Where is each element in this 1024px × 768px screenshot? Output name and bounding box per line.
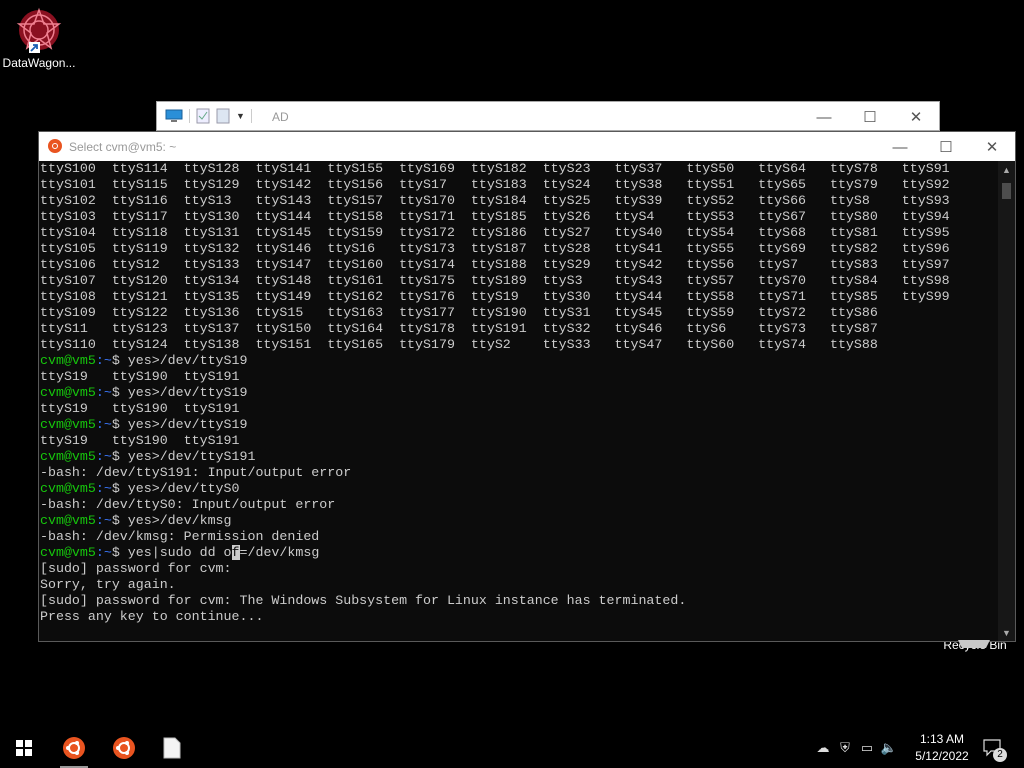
prompt-user: cvm@vm5 (40, 481, 96, 496)
window-title: Select cvm@vm5: ~ (69, 140, 177, 154)
terminal-output-line: ttyS11 ttyS123 ttyS137 ttyS150 ttyS164 t… (40, 321, 878, 336)
terminal-output-line: ttyS19 ttyS190 ttyS191 (40, 401, 240, 416)
terminal-window[interactable]: Select cvm@vm5: ~ — ☐ ✕ ttyS100 ttyS114 … (38, 131, 1016, 642)
taskbar: ☁ ⛨ ▭ 🔈 1:13 AM 5/12/2022 2 (0, 728, 1024, 768)
terminal-output-line: ttyS107 ttyS120 ttyS134 ttyS148 ttyS161 … (40, 273, 950, 288)
new-folder-icon[interactable] (216, 108, 230, 124)
scroll-up-arrow-icon[interactable]: ▲ (998, 161, 1015, 178)
terminal-command-line: cvm@vm5:~$ yes|sudo dd of=/dev/kmsg (40, 545, 1000, 561)
notification-count-badge: 2 (993, 748, 1007, 762)
recycle-bin-icon (958, 640, 990, 648)
terminal-command-line: cvm@vm5:~$ yes>/dev/ttyS19 (40, 353, 1000, 369)
command-text: $ yes>/dev/ttyS19 (111, 385, 248, 400)
volume-icon[interactable]: 🔈 (878, 740, 900, 756)
ubuntu-icon (48, 139, 62, 153)
terminal-command-line: cvm@vm5:~$ yes>/dev/ttyS191 (40, 449, 1000, 465)
chevron-down-icon[interactable]: ▼ (236, 111, 245, 121)
terminal-output-line: ttyS110 ttyS124 ttyS138 ttyS151 ttyS165 … (40, 337, 878, 352)
background-window[interactable]: ▼ AD — ☐ ✕ (156, 101, 940, 131)
maximize-button[interactable]: ☐ (847, 102, 893, 132)
prompt-user: cvm@vm5 (40, 353, 96, 368)
terminal-output-line: ttyS103 ttyS117 ttyS130 ttyS144 ttyS158 … (40, 209, 950, 224)
window-controls: — ☐ ✕ (877, 132, 1015, 162)
terminal-command-line: cvm@vm5:~$ yes>/dev/ttyS19 (40, 385, 1000, 401)
clock-date: 5/12/2022 (915, 749, 969, 763)
prompt-path: :~ (95, 417, 112, 432)
ubuntu-icon (113, 737, 135, 759)
command-text: $ yes>/dev/kmsg (111, 513, 232, 528)
prompt-path: :~ (95, 513, 112, 528)
prompt-path: :~ (95, 353, 112, 368)
terminal-output-line: ttyS104 ttyS118 ttyS131 ttyS145 ttyS159 … (40, 225, 950, 240)
terminal-output-line: ttyS100 ttyS114 ttyS128 ttyS141 ttyS155 … (40, 161, 950, 176)
desktop-icon-label: DataWagon... (2, 56, 76, 70)
system-tray: ☁ ⛨ ▭ 🔈 (812, 728, 900, 768)
maximize-button[interactable]: ☐ (923, 132, 969, 162)
prompt-user: cvm@vm5 (40, 385, 96, 400)
terminal-output-line: ttyS106 ttyS12 ttyS133 ttyS147 ttyS160 t… (40, 257, 950, 272)
window-title: AD (272, 110, 289, 124)
prompt-user: cvm@vm5 (40, 513, 96, 528)
taskbar-ubuntu-2[interactable] (102, 728, 146, 768)
taskbar-ubuntu-1[interactable] (52, 728, 96, 768)
scroll-thumb[interactable] (1002, 183, 1011, 199)
terminal-output-line: -bash: /dev/ttyS191: Input/output error (40, 465, 352, 480)
taskbar-notepad[interactable] (150, 728, 194, 768)
terminal-output-line: [sudo] password for cvm: (40, 561, 232, 576)
scroll-down-arrow-icon[interactable]: ▼ (998, 624, 1015, 641)
terminal-output-line: ttyS19 ttyS190 ttyS191 (40, 369, 240, 384)
windows-icon (16, 740, 32, 756)
start-button[interactable] (0, 728, 48, 768)
datawagon-icon (16, 7, 62, 53)
window-controls: — ☐ ✕ (801, 102, 939, 132)
onedrive-offline-icon[interactable]: ☁ (812, 740, 834, 756)
terminal-output-line: ttyS102 ttyS116 ttyS13 ttyS143 ttyS157 t… (40, 193, 950, 208)
terminal-output-line: ttyS109 ttyS122 ttyS136 ttyS15 ttyS163 t… (40, 305, 878, 320)
prompt-path: :~ (95, 449, 112, 464)
prompt-path: :~ (95, 545, 112, 560)
minimize-button[interactable]: — (877, 132, 923, 162)
terminal-output-line: ttyS19 ttyS190 ttyS191 (40, 433, 240, 448)
prompt-path: :~ (95, 385, 112, 400)
terminal-output-line: ttyS101 ttyS115 ttyS129 ttyS142 ttyS156 … (40, 177, 950, 192)
desktop-icon-datawagon[interactable]: DataWagon... (0, 6, 78, 70)
ubuntu-icon (63, 737, 85, 759)
command-text: $ yes>/dev/ttyS19 (111, 353, 248, 368)
terminal-command-line: cvm@vm5:~$ yes>/dev/ttyS0 (40, 481, 1000, 497)
terminal-output-line: Press any key to continue... (40, 609, 264, 624)
terminal-output-line: -bash: /dev/ttyS0: Input/output error (40, 497, 336, 512)
terminal-command-line: cvm@vm5:~$ yes>/dev/kmsg (40, 513, 1000, 529)
title-bar[interactable]: Select cvm@vm5: ~ — ☐ ✕ (39, 132, 1015, 161)
quick-access-toolbar: ▼ (165, 108, 252, 124)
action-center-button[interactable]: 2 (978, 728, 1008, 768)
command-text-after-cursor: =/dev/kmsg (239, 545, 320, 560)
command-text: $ yes>/dev/ttyS191 (111, 449, 256, 464)
close-button[interactable]: ✕ (893, 102, 939, 132)
prompt-user: cvm@vm5 (40, 449, 96, 464)
network-icon[interactable]: ▭ (856, 740, 878, 756)
minimize-button[interactable]: — (801, 102, 847, 132)
command-text: $ yes>/dev/ttyS19 (111, 417, 248, 432)
terminal-command-line: cvm@vm5:~$ yes>/dev/ttyS19 (40, 417, 1000, 433)
security-icon[interactable]: ⛨ (834, 740, 856, 756)
document-icon (163, 737, 181, 759)
text-cursor: f (231, 545, 240, 560)
terminal-output-line: -bash: /dev/kmsg: Permission denied (40, 529, 320, 544)
prompt-path: :~ (95, 481, 112, 496)
terminal-output-line: ttyS108 ttyS121 ttyS135 ttyS149 ttyS162 … (40, 289, 950, 304)
terminal-output-line: Sorry, try again. (40, 577, 176, 592)
command-text: $ yes>/dev/ttyS0 (111, 481, 240, 496)
clock-time: 1:13 AM (919, 732, 965, 746)
properties-icon[interactable] (196, 108, 210, 124)
command-text: $ yes|sudo dd o (111, 545, 232, 560)
clock[interactable]: 1:13 AM 5/12/2022 (902, 731, 982, 765)
terminal-output-line: [sudo] password for cvm: The Windows Sub… (40, 593, 687, 608)
terminal-output-line: ttyS105 ttyS119 ttyS132 ttyS146 ttyS16 t… (40, 241, 950, 256)
terminal-output[interactable]: ttyS100 ttyS114 ttyS128 ttyS141 ttyS155 … (39, 161, 1000, 641)
prompt-user: cvm@vm5 (40, 417, 96, 432)
vertical-scrollbar[interactable]: ▲ ▼ (998, 161, 1015, 641)
close-button[interactable]: ✕ (969, 132, 1015, 162)
prompt-user: cvm@vm5 (40, 545, 96, 560)
computer-icon (165, 109, 183, 122)
